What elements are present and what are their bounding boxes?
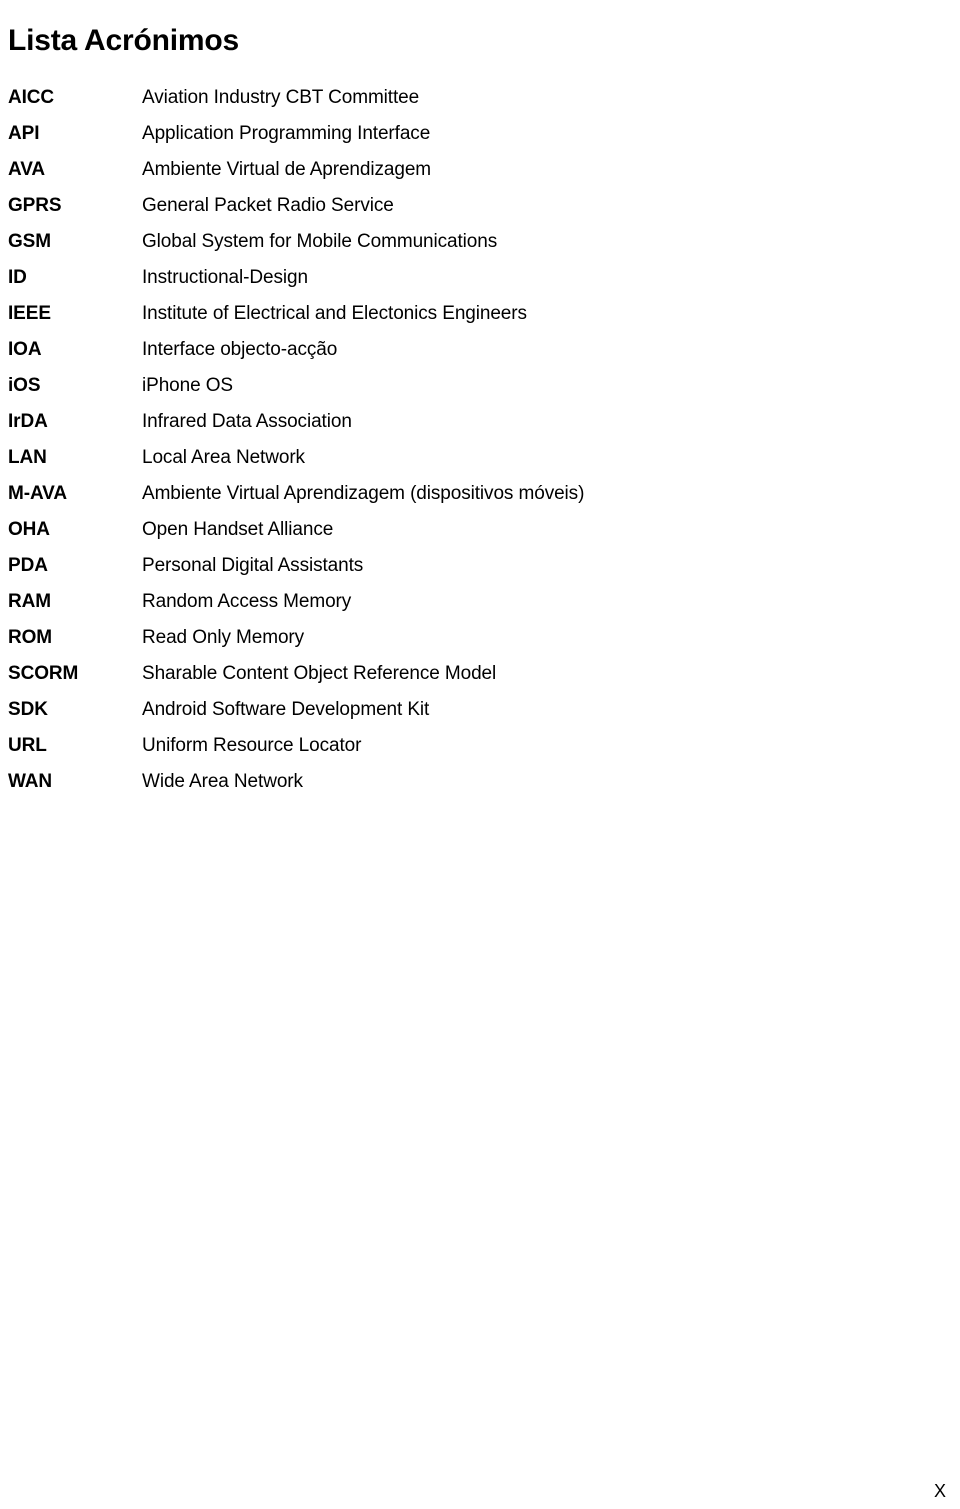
acronym-term: RAM	[8, 591, 51, 612]
acronym-definition: Random Access Memory	[142, 591, 352, 612]
page-number-marker: X	[933, 1481, 946, 1501]
document-page: Lista Acrónimos AICC Aviation Industry CB…	[0, 0, 960, 1509]
acronym-row: PDA Personal Digital Assistants	[0, 548, 940, 584]
acronym-term: OHA	[8, 519, 50, 540]
acronym-row: OHA Open Handset Alliance	[0, 512, 940, 548]
acronym-definition: Open Handset Alliance	[142, 519, 334, 540]
acronym-term: LAN	[8, 447, 47, 468]
acronym-definition: Uniform Resource Locator	[142, 735, 362, 756]
acronym-row: WAN Wide Area Network	[0, 764, 940, 800]
acronym-term: SCORM	[8, 663, 79, 684]
acronym-term: PDA	[8, 555, 48, 576]
acronym-row: URL Uniform Resource Locator	[0, 728, 940, 764]
acronym-row: API Application Programming Interface	[0, 116, 940, 152]
acronym-definition: Ambiente Virtual Aprendizagem (dispositi…	[142, 483, 585, 504]
acronym-row: IOA Interface objecto-acção	[0, 332, 940, 368]
acronym-definition: Sharable Content Object Reference Model	[142, 663, 497, 684]
acronym-term: ID	[8, 267, 27, 288]
acronym-row: GPRS General Packet Radio Service	[0, 188, 940, 224]
acronym-term: AICC	[8, 87, 55, 108]
acronym-row: LAN Local Area Network	[0, 440, 940, 476]
acronym-definition: Interface objecto-acção	[142, 339, 338, 360]
acronym-definition: Android Software Development Kit	[142, 699, 430, 720]
acronym-row: AICC Aviation Industry CBT Committee	[0, 80, 940, 116]
acronym-definition: Institute of Electrical and Electonics E…	[142, 303, 527, 324]
acronym-list: AICC Aviation Industry CBT Committee API Ap…	[0, 80, 940, 800]
acronym-definition: Ambiente Virtual de Aprendizagem	[142, 159, 432, 180]
page-title: Lista Acrónimos	[8, 24, 239, 58]
acronym-term: IrDA	[8, 411, 48, 432]
acronym-row: M-AVA Ambiente Virtual Aprendizagem (disp…	[0, 476, 940, 512]
acronym-definition: Wide Area Network	[142, 771, 303, 792]
acronym-term: IOA	[8, 339, 42, 360]
acronym-term: GPRS	[8, 195, 62, 216]
acronym-term: ROM	[8, 627, 53, 648]
acronym-term: GSM	[8, 231, 51, 252]
acronym-definition: Personal Digital Assistants	[142, 555, 364, 576]
acronym-definition: Application Programming Interface	[142, 123, 431, 144]
acronym-term: AVA	[8, 159, 45, 180]
acronym-definition: Global System for Mobile Communications	[142, 231, 498, 252]
acronym-row: AVA Ambiente Virtual de Aprendizagem	[0, 152, 940, 188]
acronym-term: API	[8, 123, 40, 144]
acronym-row: IrDA Infrared Data Association	[0, 404, 940, 440]
acronym-row: SDK Android Software Development Kit	[0, 692, 940, 728]
acronym-definition: General Packet Radio Service	[142, 195, 394, 216]
acronym-term: WAN	[8, 771, 53, 792]
acronym-row: RAM Random Access Memory	[0, 584, 940, 620]
acronym-row: ROM Read Only Memory	[0, 620, 940, 656]
acronym-definition: Read Only Memory	[142, 627, 305, 648]
acronym-term: URL	[8, 735, 47, 756]
acronym-row: IEEE Institute of Electrical and Electoni…	[0, 296, 940, 332]
acronym-term: iOS	[8, 375, 41, 396]
acronym-term: M-AVA	[8, 483, 67, 504]
acronym-definition: Local Area Network	[142, 447, 305, 468]
acronym-definition: Infrared Data Association	[142, 411, 352, 432]
acronym-definition: Instructional-Design	[142, 267, 308, 288]
acronym-row: GSM Global System for Mobile Communicatio…	[0, 224, 940, 260]
acronym-term: SDK	[8, 699, 48, 720]
acronym-row: ID Instructional-Design	[0, 260, 940, 296]
acronym-row: iOS iPhone OS	[0, 368, 940, 404]
acronym-term: IEEE	[8, 303, 51, 324]
acronym-definition: iPhone OS	[142, 375, 233, 396]
acronym-definition: Aviation Industry CBT Committee	[142, 87, 420, 108]
acronym-row: SCORM Sharable Content Object Reference M…	[0, 656, 940, 692]
